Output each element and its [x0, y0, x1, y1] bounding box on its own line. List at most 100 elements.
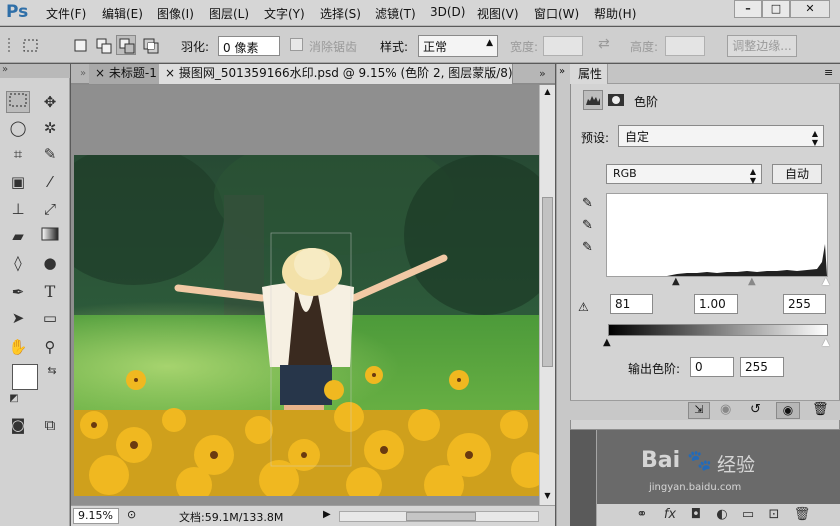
- scroll-up-icon[interactable]: ▲: [542, 87, 553, 97]
- menu-layer[interactable]: 图层(L): [209, 5, 249, 22]
- input-black-slider[interactable]: ▲: [672, 276, 680, 287]
- type-tool-icon[interactable]: T: [38, 281, 62, 303]
- tab-close-icon[interactable]: ×: [95, 66, 105, 80]
- view-previous-icon[interactable]: ◉: [720, 402, 731, 417]
- output-black-field[interactable]: 0: [690, 357, 734, 377]
- white-point-eyedropper-icon[interactable]: ✎: [582, 240, 593, 255]
- height-input[interactable]: [665, 36, 705, 56]
- properties-tab[interactable]: 属性: [570, 64, 608, 84]
- refine-edge-button[interactable]: 调整边缘...: [727, 35, 797, 57]
- new-adjustment-icon[interactable]: ◐: [713, 507, 731, 522]
- screen-mode-icon[interactable]: ⧉: [38, 414, 62, 436]
- foreground-color-swatch[interactable]: [12, 364, 38, 390]
- output-white-slider[interactable]: ▲: [822, 337, 830, 348]
- status-menu-icon[interactable]: ⊙: [127, 508, 141, 524]
- gradient-tool-icon[interactable]: [38, 225, 62, 247]
- horizontal-scrollbar[interactable]: [339, 511, 539, 522]
- scroll-thumb[interactable]: [542, 197, 553, 367]
- auto-button[interactable]: 自动: [772, 164, 822, 184]
- add-mask-icon[interactable]: ◘: [687, 507, 705, 522]
- output-white-field[interactable]: 255: [740, 357, 784, 377]
- style-select[interactable]: 正常 ▲: [418, 35, 498, 57]
- layer-style-icon[interactable]: fx: [661, 507, 679, 522]
- marquee-preset-icon[interactable]: [20, 35, 40, 55]
- new-selection-icon[interactable]: [70, 35, 90, 55]
- menu-file[interactable]: 文件(F): [46, 5, 86, 22]
- blur-tool-icon[interactable]: ◊: [6, 252, 30, 274]
- channel-select[interactable]: RGB ▲ ▼: [606, 164, 762, 185]
- zoom-tool-icon[interactable]: ⚲: [38, 336, 62, 358]
- collapse-icon[interactable]: »: [2, 64, 8, 75]
- clip-to-layer-icon[interactable]: ⇲: [688, 402, 710, 419]
- close-window-button[interactable]: ✕: [790, 0, 830, 18]
- add-selection-icon[interactable]: [93, 35, 113, 55]
- output-black-slider[interactable]: ▲: [603, 337, 611, 348]
- swap-icon[interactable]: ⇄: [598, 36, 610, 52]
- crop-tool-icon[interactable]: ⌗: [6, 143, 30, 165]
- history-brush-tool-icon[interactable]: ⤢: [38, 198, 62, 220]
- menu-view[interactable]: 视图(V): [477, 5, 519, 22]
- levels-adjustment-icon[interactable]: [583, 90, 603, 110]
- rect-marquee-tool-icon[interactable]: [6, 91, 30, 113]
- mask-icon[interactable]: [606, 90, 626, 110]
- restore-button[interactable]: □: [762, 0, 790, 18]
- preset-select[interactable]: 自定 ▲ ▼: [618, 125, 824, 147]
- subtract-selection-icon[interactable]: [116, 35, 136, 55]
- hand-tool-icon[interactable]: ✋: [6, 336, 30, 358]
- default-colors-icon[interactable]: ◩: [2, 388, 26, 410]
- menu-window[interactable]: 窗口(W): [534, 5, 579, 22]
- expand-panels-icon[interactable]: »: [559, 66, 565, 77]
- tab-untitled[interactable]: × 未标题-1: [89, 64, 164, 84]
- menu-filter[interactable]: 滤镜(T): [375, 5, 416, 22]
- delete-layer-icon[interactable]: 🗑: [793, 507, 811, 522]
- new-layer-icon[interactable]: ⊡: [765, 507, 783, 522]
- input-white-slider[interactable]: ▲: [822, 276, 830, 287]
- eraser-tool-icon[interactable]: ▰: [6, 225, 30, 247]
- link-layers-icon[interactable]: ⚭: [633, 507, 651, 522]
- new-group-icon[interactable]: ▭: [739, 507, 757, 522]
- menu-edit[interactable]: 编辑(E): [102, 5, 143, 22]
- reset-icon[interactable]: ↺: [750, 402, 761, 417]
- rectangle-tool-icon[interactable]: ▭: [38, 307, 62, 329]
- dodge-tool-icon[interactable]: ●: [38, 252, 62, 274]
- clipping-warning-icon[interactable]: ⚠: [578, 300, 589, 314]
- path-selection-tool-icon[interactable]: ➤: [6, 307, 30, 329]
- gray-point-eyedropper-icon[interactable]: ✎: [582, 218, 593, 233]
- menu-help[interactable]: 帮助(H): [594, 5, 636, 22]
- vertical-scrollbar[interactable]: ▲ ▼: [539, 85, 555, 505]
- input-gamma-field[interactable]: 1.00: [694, 294, 738, 314]
- input-white-field[interactable]: 255: [783, 294, 826, 314]
- tab-active-document[interactable]: × 摄图网_501359166水印.psd @ 9.15% (色阶 2, 图层蒙…: [159, 64, 513, 84]
- status-arrow-icon[interactable]: ▶: [323, 509, 331, 520]
- minimize-button[interactable]: –: [734, 0, 762, 18]
- pen-tool-icon[interactable]: ✒: [6, 281, 30, 303]
- intersect-selection-icon[interactable]: [140, 35, 160, 55]
- tabs-overflow-icon[interactable]: »: [533, 64, 552, 84]
- panel-menu-icon[interactable]: ≡: [824, 66, 833, 79]
- move-tool-icon[interactable]: ✥: [38, 91, 62, 113]
- black-point-eyedropper-icon[interactable]: ✎: [582, 196, 593, 211]
- delete-adjustment-icon[interactable]: 🗑: [812, 402, 829, 417]
- width-input[interactable]: [543, 36, 583, 56]
- tab-close-icon[interactable]: ×: [165, 66, 175, 80]
- swap-colors-icon[interactable]: ⇆: [40, 360, 64, 382]
- zoom-level-field[interactable]: 9.15%: [73, 508, 119, 524]
- antialias-checkbox[interactable]: [290, 38, 303, 51]
- input-gamma-slider[interactable]: ▲: [748, 276, 756, 287]
- menu-select[interactable]: 选择(S): [320, 5, 361, 22]
- clone-stamp-tool-icon[interactable]: ⊥: [6, 198, 30, 220]
- menu-3d[interactable]: 3D(D): [430, 5, 465, 19]
- menu-image[interactable]: 图像(I): [157, 5, 194, 22]
- lasso-tool-icon[interactable]: ◯: [6, 117, 30, 139]
- brush-tool-icon[interactable]: ⁄: [38, 171, 62, 193]
- healing-brush-tool-icon[interactable]: ▣: [6, 171, 30, 193]
- eyedropper-tool-icon[interactable]: ✎: [38, 143, 62, 165]
- hscroll-thumb[interactable]: [406, 512, 476, 521]
- feather-input[interactable]: 0 像素: [218, 36, 280, 56]
- menu-type[interactable]: 文字(Y): [264, 5, 305, 22]
- input-black-field[interactable]: 81: [610, 294, 653, 314]
- toggle-visibility-icon[interactable]: ◉: [776, 402, 800, 419]
- scroll-down-icon[interactable]: ▼: [542, 491, 553, 501]
- quick-mask-icon[interactable]: ◙: [6, 414, 30, 436]
- magic-wand-tool-icon[interactable]: ✲: [38, 117, 62, 139]
